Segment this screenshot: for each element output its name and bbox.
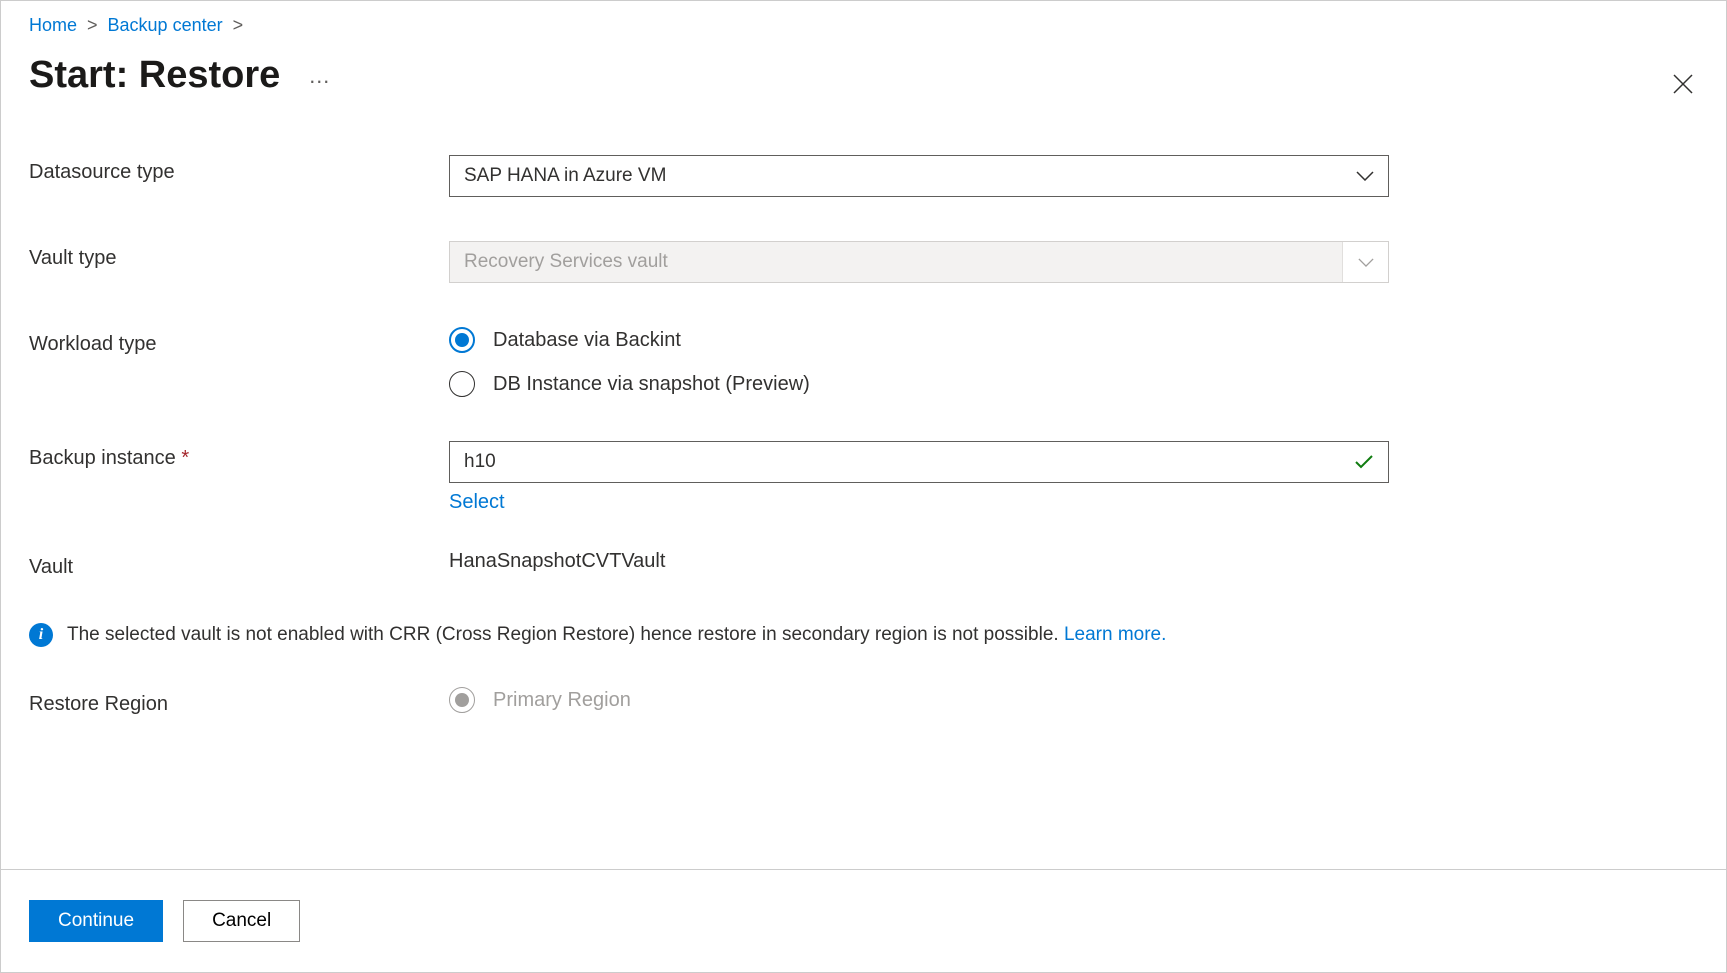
breadcrumb-backup-center[interactable]: Backup center xyxy=(108,15,223,36)
datasource-type-value: SAP HANA in Azure VM xyxy=(464,165,666,187)
info-icon: i xyxy=(29,623,53,647)
info-message-text: The selected vault is not enabled with C… xyxy=(67,624,1064,645)
workload-radio-backint-label: Database via Backint xyxy=(493,329,681,352)
workload-radio-snapshot[interactable]: DB Instance via snapshot (Preview) xyxy=(449,371,1389,397)
chevron-right-icon: > xyxy=(233,15,244,36)
more-actions-icon[interactable]: … xyxy=(308,63,332,89)
learn-more-link[interactable]: Learn more. xyxy=(1064,624,1166,645)
datasource-type-select[interactable]: SAP HANA in Azure VM xyxy=(449,155,1389,197)
chevron-right-icon: > xyxy=(87,15,98,36)
continue-button[interactable]: Continue xyxy=(29,900,163,942)
vault-type-value: Recovery Services vault xyxy=(464,251,668,273)
datasource-type-label: Datasource type xyxy=(29,155,449,184)
chevron-down-icon xyxy=(1358,258,1374,267)
vault-value: HanaSnapshotCVTVault xyxy=(449,550,1389,573)
radio-unselected-icon xyxy=(449,371,475,397)
backup-instance-value: h10 xyxy=(464,451,496,473)
radio-selected-icon xyxy=(449,327,475,353)
select-instance-link[interactable]: Select xyxy=(449,491,505,514)
vault-type-label: Vault type xyxy=(29,241,449,270)
restore-region-label: Restore Region xyxy=(29,687,449,716)
radio-disabled-selected-icon xyxy=(449,687,475,713)
vault-label: Vault xyxy=(29,550,449,579)
backup-instance-label: Backup instance * xyxy=(29,441,449,470)
footer-bar: Continue Cancel xyxy=(1,869,1726,972)
breadcrumb: Home > Backup center > xyxy=(1,1,1726,36)
cancel-button[interactable]: Cancel xyxy=(183,900,300,942)
crr-info-banner: i The selected vault is not enabled with… xyxy=(1,623,1726,647)
chevron-down-icon xyxy=(1356,171,1374,181)
checkmark-icon xyxy=(1354,454,1374,470)
page-title: Start: Restore xyxy=(29,54,280,97)
restore-region-radio-primary: Primary Region xyxy=(449,687,1389,713)
vault-type-select: Recovery Services vault xyxy=(449,241,1389,283)
workload-type-label: Workload type xyxy=(29,327,449,356)
close-icon[interactable] xyxy=(1668,69,1698,99)
workload-radio-snapshot-label: DB Instance via snapshot (Preview) xyxy=(493,373,810,396)
required-asterisk: * xyxy=(181,447,189,469)
backup-instance-input[interactable]: h10 xyxy=(449,441,1389,483)
workload-radio-backint[interactable]: Database via Backint xyxy=(449,327,1389,353)
breadcrumb-home[interactable]: Home xyxy=(29,15,77,36)
restore-region-primary-label: Primary Region xyxy=(493,689,631,712)
